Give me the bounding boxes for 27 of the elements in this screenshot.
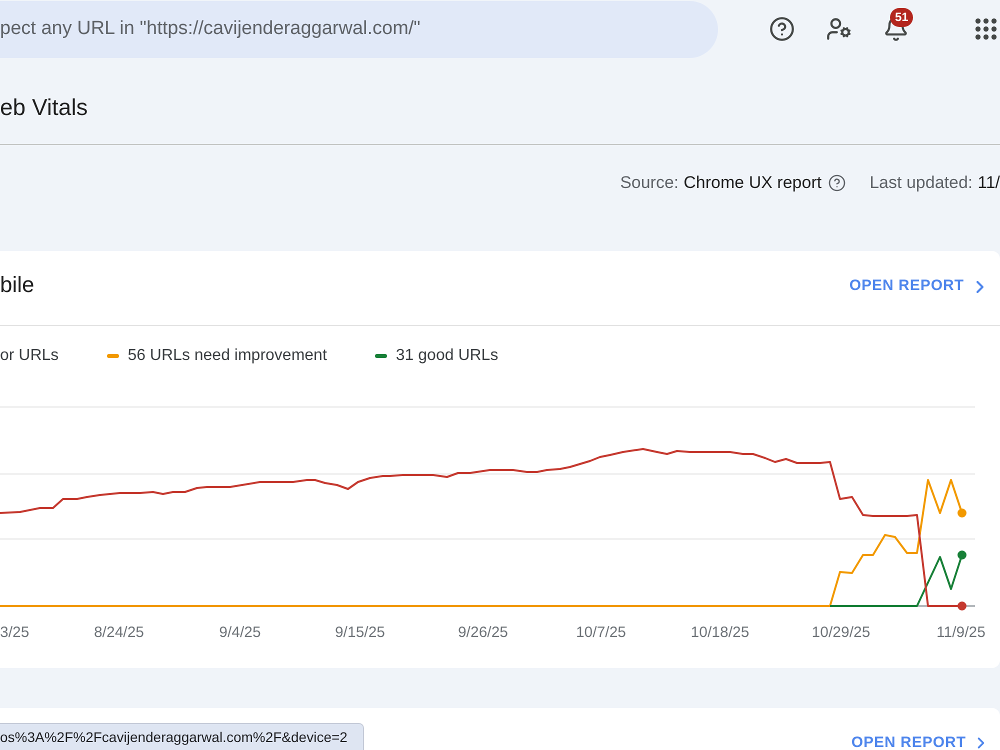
- x-axis-label: 10/18/25: [690, 624, 750, 641]
- card-title: bile: [0, 271, 34, 299]
- x-axis-label: 10/7/25: [576, 624, 626, 641]
- legend-label: 31 good URLs: [396, 346, 498, 366]
- account-settings-icon[interactable]: [826, 16, 852, 42]
- last-updated-value: 11/: [978, 172, 1000, 194]
- open-report-link[interactable]: OPEN REPORT: [849, 275, 990, 298]
- apps-grid-icon[interactable]: [975, 18, 997, 40]
- x-axis-label: 9/26/25: [458, 624, 508, 641]
- legend-label: or URLs: [0, 346, 59, 366]
- x-axis-label: 11/9/25: [936, 624, 986, 641]
- source-value: Chrome UX report: [684, 172, 822, 194]
- search-field[interactable]: pect any URL in "https://cavijenderaggarwal.com/": [0, 0, 718, 58]
- x-axis-label: 3/25: [0, 624, 30, 641]
- x-axis-label: 9/15/25: [334, 624, 386, 641]
- help-icon[interactable]: [769, 16, 795, 42]
- help-icon[interactable]: [828, 174, 846, 192]
- x-axis-label: 10/29/25: [812, 624, 870, 641]
- page-title: eb Vitals: [0, 93, 88, 121]
- x-axis-label: 8/24/25: [94, 624, 144, 641]
- link-status-bubble: os%3A%2F%2Fcavijenderaggarwal.com%2F&device=2: [0, 723, 364, 750]
- open-report-link[interactable]: OPEN REPORT: [851, 734, 990, 750]
- notification-badge: 51: [890, 8, 914, 27]
- legend-label: 56 URLs need improvement: [128, 346, 327, 366]
- last-updated-label: Last updated:: [870, 172, 973, 194]
- source-label: Source:: [620, 172, 679, 194]
- x-axis-label: 9/4/25: [219, 624, 261, 641]
